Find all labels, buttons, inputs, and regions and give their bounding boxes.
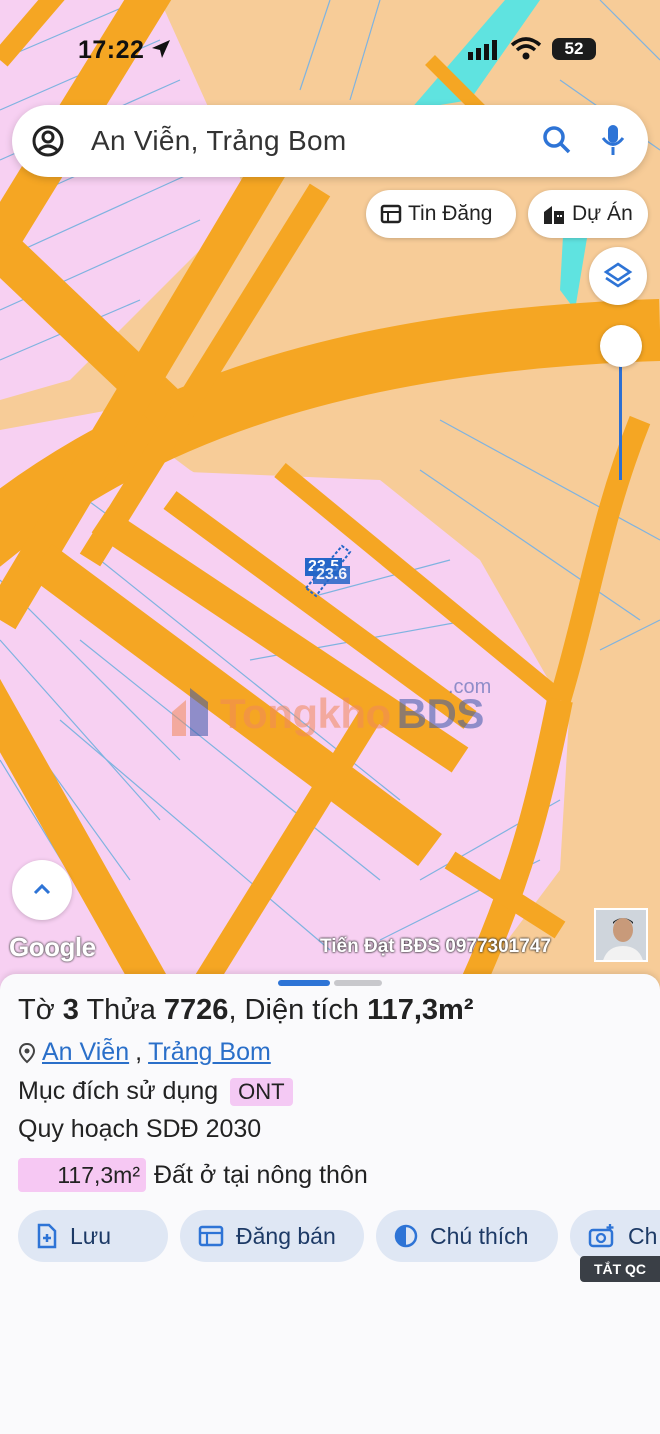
opacity-slider-track[interactable] [619,360,622,480]
layers-icon [603,262,633,288]
save-button[interactable]: Lưu [18,1210,168,1262]
buildings-icon [544,206,564,224]
signal-icon [468,40,497,60]
land-use-code-badge: ONT [230,1077,293,1106]
projects-chip-label: Dự Án [572,202,633,225]
map-view[interactable]: 23.5 23.6 Tongkho BDS .com 17:22 52 [0,0,660,990]
account-icon[interactable] [32,125,64,157]
location-pin-icon [18,1042,36,1063]
plan-area-row: 117,3m² Đất ở tại nông thôn [18,1158,368,1192]
microphone-icon[interactable] [600,123,626,157]
post-sale-button[interactable]: Đăng bán [180,1210,364,1262]
location-arrow-icon [152,40,170,58]
commune-link[interactable]: An Viễn [42,1038,129,1067]
person-icon [596,910,646,960]
location-row: An Viễn, Trảng Bom [18,1038,271,1067]
chevron-up-icon [33,883,51,895]
listing-icon [198,1225,224,1247]
parcel-info-sheet[interactable]: Tờ 3 Thửa 7726, Diện tích 117,3m² An Viễ… [0,974,660,1434]
projects-chip[interactable]: Dự Án [528,190,648,238]
plan-area-badge: 117,3m² [18,1158,146,1192]
plan-label: Quy hoạch SDĐ 2030 [18,1115,262,1143]
sheet-handle-secondary[interactable] [334,980,382,986]
watermark-text: Tongkho [220,690,391,737]
post-sale-button-label: Đăng bán [236,1222,336,1249]
status-bar: 17:22 52 [0,0,660,96]
listings-chip[interactable]: Tin Đăng [366,190,516,238]
parcel-area: 117,3m² [367,994,474,1026]
district-link[interactable]: Trảng Bom [148,1038,271,1067]
hide-ads-button[interactable]: TẮT QC [580,1256,660,1282]
legend-button[interactable]: Chú thích [376,1210,558,1262]
watermark-logo: Tongkho BDS .com [168,676,491,738]
agent-contact[interactable]: Tiến Đạt BĐS 0977301747 [320,936,551,958]
watermark-com: .com [448,676,492,698]
status-time: 17:22 [78,36,145,64]
listing-icon [380,204,402,224]
land-use-label: Mục đích sử dụng [18,1077,219,1105]
google-logo: Google [9,932,96,962]
sheet-handle[interactable] [278,980,330,986]
sheet-number: 3 [62,994,79,1026]
capture-button[interactable]: Ch [570,1210,660,1262]
agent-avatar[interactable] [594,908,648,962]
land-use-row: Mục đích sử dụng ONT [18,1077,293,1106]
layers-button[interactable] [589,247,647,305]
parcel-dimension-label: 23.6 [313,566,351,584]
search-bar[interactable]: An Viễn, Trảng Bom [12,105,648,177]
listings-chip-label: Tin Đăng [408,202,493,225]
opacity-slider-thumb[interactable] [600,325,642,367]
camera-add-icon [588,1224,614,1248]
search-icon[interactable] [542,125,572,155]
capture-button-label: Ch [628,1222,658,1249]
wifi-icon [510,37,542,60]
add-file-icon [37,1223,57,1249]
legend-button-label: Chú thích [430,1222,529,1249]
battery-indicator: 52 [552,38,596,60]
contrast-icon [394,1224,418,1248]
plan-area-description: Đất ở tại nông thôn [154,1160,368,1189]
building-icon [172,688,208,736]
parcel-title: Tờ 3 Thửa 7726, Diện tích 117,3m² [18,994,474,1026]
save-button-label: Lưu [70,1222,111,1249]
search-input[interactable]: An Viễn, Trảng Bom [91,125,346,157]
parcel-number: 7726 [163,994,229,1026]
expand-button[interactable] [12,860,72,920]
